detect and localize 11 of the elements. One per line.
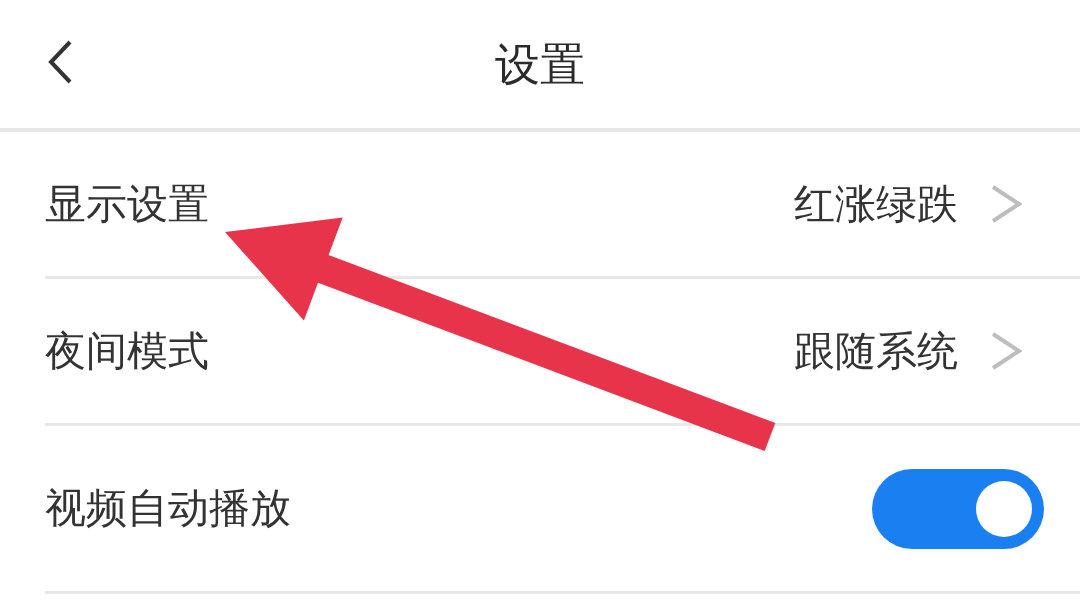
setting-value: 红涨绿跌 <box>794 183 958 225</box>
setting-label: 视频自动播放 <box>45 488 291 529</box>
chevron-right-icon <box>990 332 1022 370</box>
back-icon <box>47 40 73 84</box>
setting-label: 显示设置 <box>45 183 209 225</box>
setting-value: 跟随系统 <box>794 330 958 372</box>
settings-row[interactable]: 视频自动播放 <box>45 426 1080 594</box>
chevron-right-icon <box>990 185 1022 223</box>
page-title: 设置 <box>495 41 585 87</box>
toggle-knob <box>976 480 1032 537</box>
setting-label: 夜间模式 <box>45 330 209 372</box>
